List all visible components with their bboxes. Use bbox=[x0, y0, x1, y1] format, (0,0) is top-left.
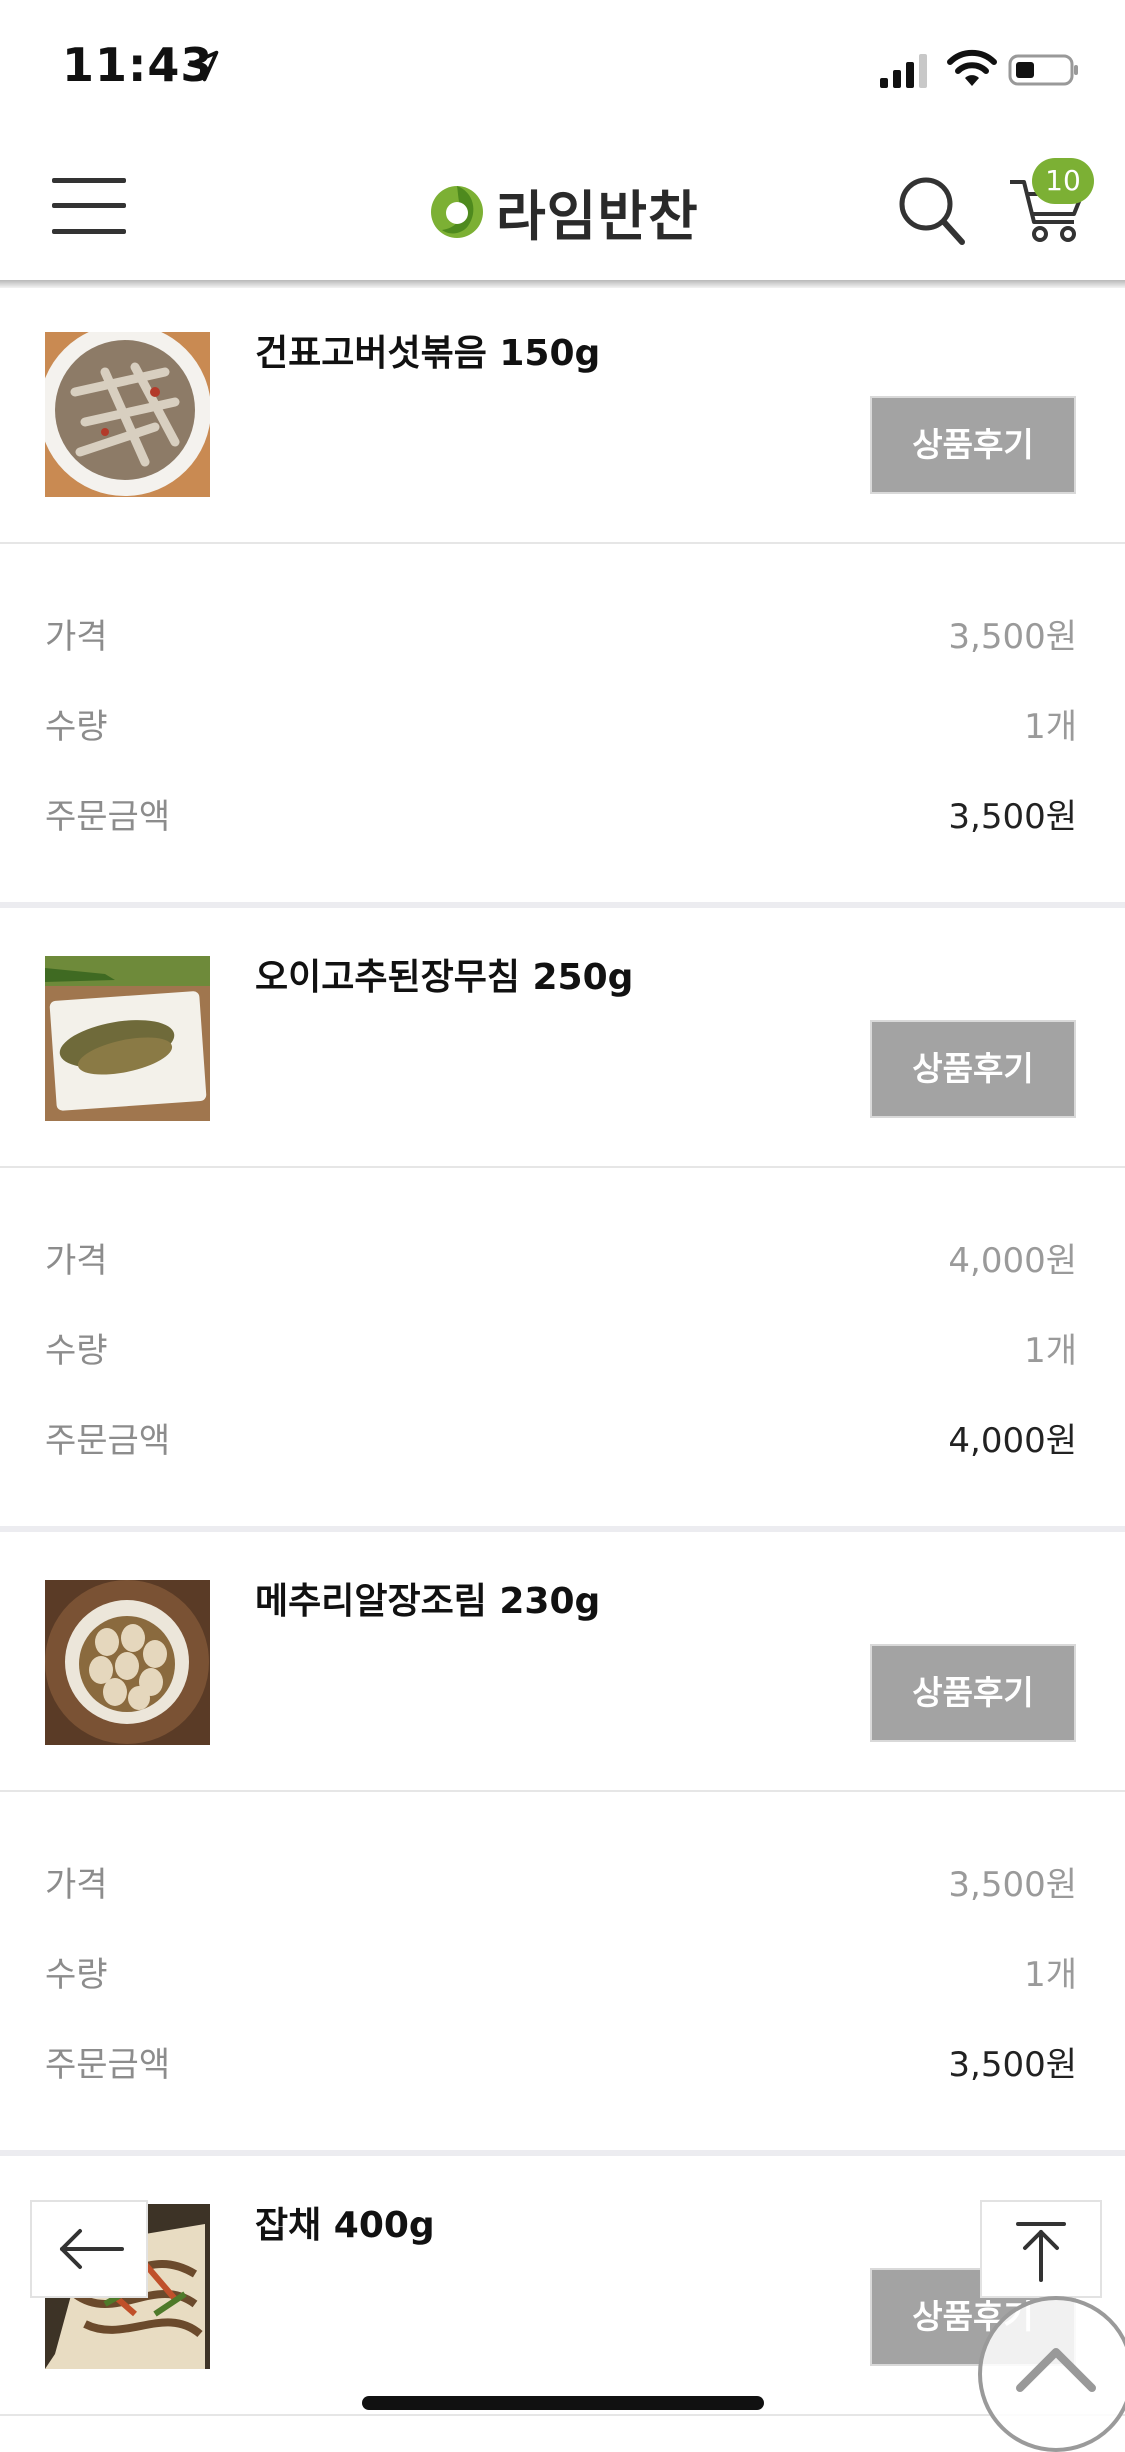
brand-logo[interactable]: 라임반찬 bbox=[428, 178, 699, 248]
quantity-label: 수량 bbox=[45, 1955, 108, 1995]
product-review-button[interactable]: 상품후기 bbox=[870, 1644, 1076, 1742]
product-row: 메추리알장조림 230g 상품후기 bbox=[0, 1532, 1125, 1790]
price-label: 가격 bbox=[45, 617, 108, 657]
status-bar: 11:43 bbox=[0, 0, 1125, 140]
back-arrow-icon bbox=[60, 2229, 124, 2269]
order-amount-row: 주문금액 4,000원 bbox=[45, 1413, 1077, 1463]
order-item: 오이고추된장무침 250g 상품후기 가격 4,000원 수량 1개 주문금액 … bbox=[0, 908, 1125, 1532]
wifi-icon bbox=[947, 49, 997, 86]
order-item: 메추리알장조림 230g 상품후기 가격 3,500원 수량 1개 주문금액 3… bbox=[0, 1532, 1125, 2156]
price-row: 가격 3,500원 bbox=[45, 1857, 1077, 1907]
order-item: 잡채 400g 상품후기 bbox=[0, 2156, 1125, 2436]
product-image[interactable] bbox=[45, 956, 210, 1121]
cellular-signal-icon bbox=[880, 54, 927, 88]
price-label: 가격 bbox=[45, 1865, 108, 1905]
location-arrow-icon bbox=[187, 50, 219, 82]
search-icon[interactable] bbox=[896, 174, 966, 246]
divider bbox=[0, 2414, 1125, 2416]
product-row: 오이고추된장무침 250g 상품후기 bbox=[0, 908, 1125, 1166]
price-value: 3,500원 bbox=[948, 1865, 1077, 1905]
price-row: 가격 4,000원 bbox=[45, 1233, 1077, 1283]
cart-count-badge: 10 bbox=[1032, 158, 1094, 204]
scroll-to-top-button[interactable] bbox=[980, 2200, 1102, 2298]
order-amount-value: 3,500원 bbox=[948, 2045, 1077, 2085]
brand-name: 라임반찬 bbox=[496, 184, 699, 248]
order-amount-row: 주문금액 3,500원 bbox=[45, 2037, 1077, 2087]
product-review-button[interactable]: 상품후기 bbox=[870, 1020, 1076, 1118]
page-up-button[interactable] bbox=[978, 2296, 1125, 2452]
product-name[interactable]: 잡채 400g bbox=[255, 2196, 435, 2248]
quantity-value: 1개 bbox=[1024, 1955, 1077, 1995]
product-name[interactable]: 메추리알장조림 230g bbox=[255, 1572, 600, 1624]
product-name[interactable]: 건표고버섯볶음 150g bbox=[255, 324, 600, 376]
back-button[interactable] bbox=[30, 2200, 148, 2298]
quantity-row: 수량 1개 bbox=[45, 1323, 1077, 1373]
order-amount-value: 3,500원 bbox=[948, 797, 1077, 837]
product-name[interactable]: 오이고추된장무침 250g bbox=[255, 948, 633, 1000]
order-amount-label: 주문금액 bbox=[45, 2045, 171, 2085]
divider bbox=[0, 1166, 1125, 1168]
divider bbox=[0, 1790, 1125, 1792]
product-review-button[interactable]: 상품후기 bbox=[870, 396, 1076, 494]
lime-logo-icon bbox=[431, 186, 483, 238]
scroll-top-icon bbox=[1016, 2222, 1066, 2282]
price-label: 가격 bbox=[45, 1241, 108, 1281]
quantity-value: 1개 bbox=[1024, 707, 1077, 747]
order-amount-label: 주문금액 bbox=[45, 1421, 171, 1461]
divider bbox=[0, 542, 1125, 544]
order-item: 건표고버섯볶음 150g 상품후기 가격 3,500원 수량 1개 주문금액 3… bbox=[0, 284, 1125, 908]
product-row: 잡채 400g 상품후기 bbox=[0, 2156, 1125, 2414]
order-amount-value: 4,000원 bbox=[948, 1421, 1077, 1461]
quantity-value: 1개 bbox=[1024, 1331, 1077, 1371]
product-image[interactable] bbox=[45, 332, 210, 497]
quantity-row: 수량 1개 bbox=[45, 1947, 1077, 1997]
battery-icon bbox=[1008, 54, 1078, 86]
quantity-row: 수량 1개 bbox=[45, 699, 1077, 749]
quantity-label: 수량 bbox=[45, 1331, 108, 1371]
price-value: 4,000원 bbox=[948, 1241, 1077, 1281]
home-indicator[interactable] bbox=[362, 2396, 764, 2410]
quantity-label: 수량 bbox=[45, 707, 108, 747]
menu-icon[interactable] bbox=[52, 178, 126, 234]
order-amount-row: 주문금액 3,500원 bbox=[45, 789, 1077, 839]
price-row: 가격 3,500원 bbox=[45, 609, 1077, 659]
product-row: 건표고버섯볶음 150g 상품후기 bbox=[0, 284, 1125, 542]
chevron-up-icon bbox=[1016, 2348, 1096, 2392]
price-value: 3,500원 bbox=[948, 617, 1077, 657]
order-amount-label: 주문금액 bbox=[45, 797, 171, 837]
product-image[interactable] bbox=[45, 1580, 210, 1745]
